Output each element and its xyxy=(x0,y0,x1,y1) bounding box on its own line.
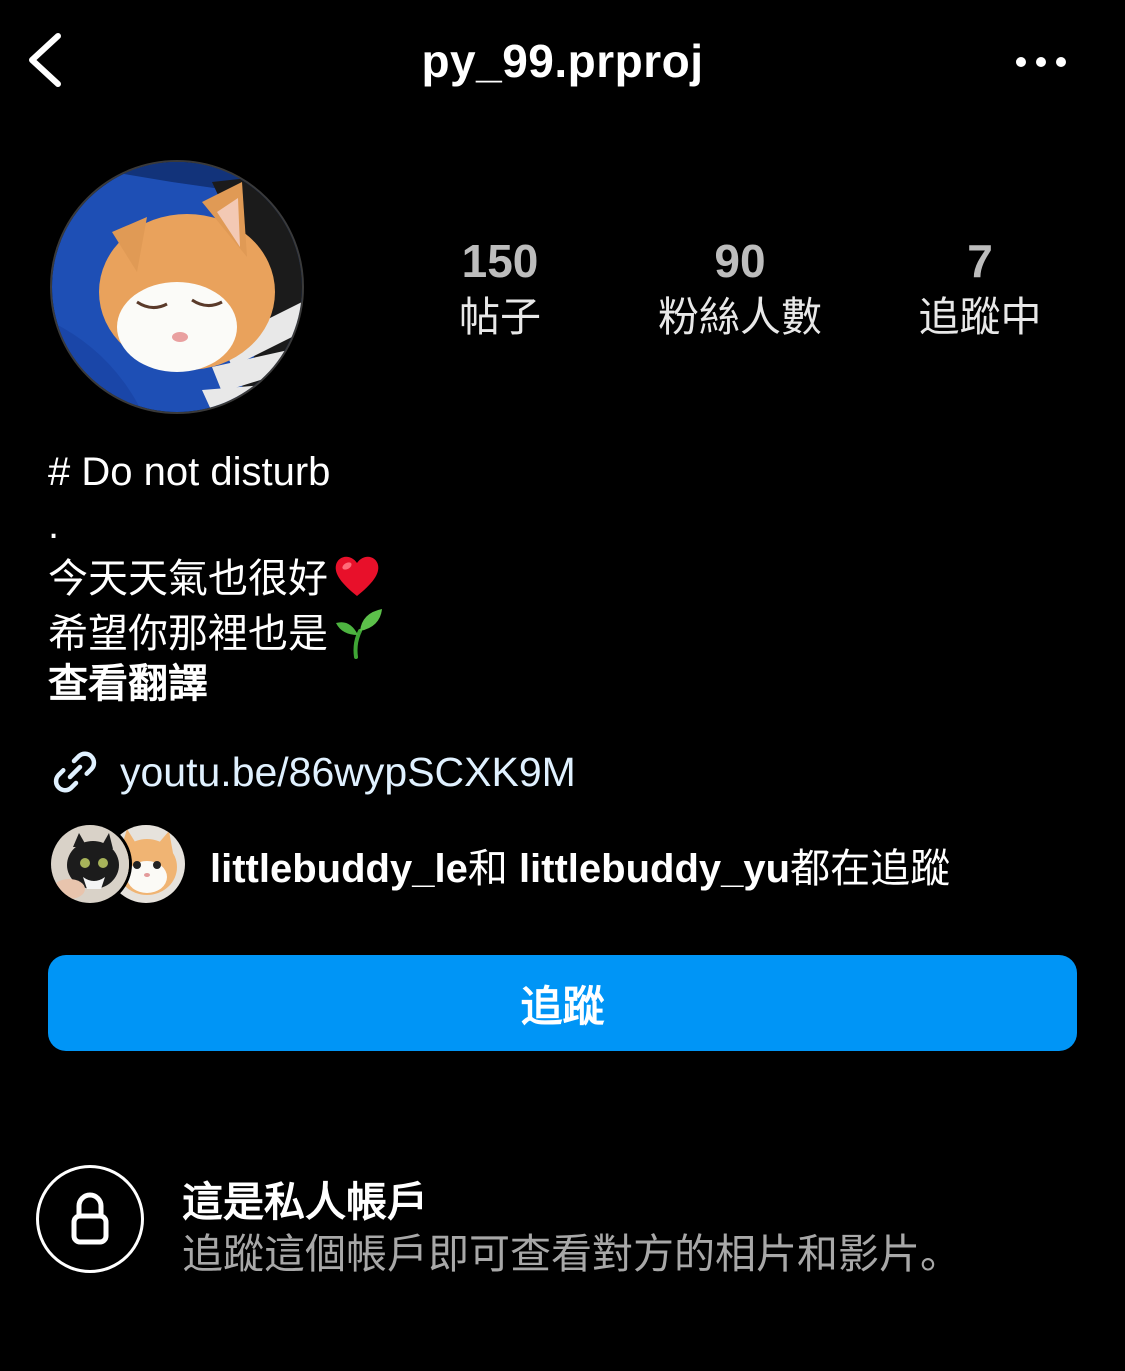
profile-username-title: py_99.prproj xyxy=(421,35,704,87)
seedling-emoji xyxy=(332,605,386,673)
mutual-connector: 和 xyxy=(467,847,508,891)
followers-count-label: 粉絲人數 xyxy=(658,294,822,340)
profile-bio: # Do not disturb . 今天天氣也很好 希望你那裡也是 查看翻譯 xyxy=(48,446,1048,711)
more-options-button[interactable] xyxy=(1012,48,1070,76)
bio-line-3: 今天天氣也很好 xyxy=(48,552,1048,605)
mutual-user-2: littlebuddy_yu xyxy=(518,847,791,891)
mutual-avatar-1 xyxy=(48,822,132,906)
following-count-value: 7 xyxy=(967,235,993,287)
bio-link[interactable]: youtu.be/86wypSCXK9M xyxy=(48,742,576,802)
posts-count-label: 帖子 xyxy=(459,294,541,340)
more-horizontal-icon xyxy=(1016,57,1066,67)
mutual-followers[interactable]: littlebuddy_le和 littlebuddy_yu都在追蹤 xyxy=(48,822,950,908)
following-count[interactable]: 7 追蹤中 xyxy=(870,232,1090,344)
bio-line-3-text: 今天天氣也很好 xyxy=(48,557,328,601)
posts-count-value: 150 xyxy=(461,235,539,287)
cat-profile-photo xyxy=(52,162,302,412)
private-account-title: 這是私人帳戶 xyxy=(182,1179,428,1225)
mutual-suffix: 都在追蹤 xyxy=(790,847,951,891)
private-account-subtitle: 追蹤這個帳戶即可查看對方的相片和影片。 xyxy=(182,1231,961,1277)
mutual-followers-text: littlebuddy_le和 littlebuddy_yu都在追蹤 xyxy=(210,836,950,894)
following-count-label: 追蹤中 xyxy=(918,294,1042,340)
see-translation-link[interactable]: 查看翻譯 xyxy=(48,658,1048,711)
bio-link-text: youtu.be/86wypSCXK9M xyxy=(120,748,576,795)
follow-button[interactable]: 追蹤 xyxy=(48,955,1077,1051)
bio-line-2: . xyxy=(48,503,60,547)
bio-line-4: 希望你那裡也是 xyxy=(48,605,1048,659)
posts-count[interactable]: 150 帖子 xyxy=(390,232,610,344)
private-account-badge xyxy=(36,1165,144,1273)
bio-line-1: # Do not disturb xyxy=(48,450,331,494)
mutual-user-1: littlebuddy_le xyxy=(210,847,468,891)
bio-line-4-text: 希望你那裡也是 xyxy=(48,612,328,656)
followers-count-value: 90 xyxy=(714,235,766,287)
link-icon xyxy=(53,751,97,793)
mutual-avatars xyxy=(48,822,188,908)
profile-avatar[interactable] xyxy=(50,160,304,414)
followers-count[interactable]: 90 粉絲人數 xyxy=(630,232,850,344)
lock-icon xyxy=(71,1192,109,1245)
